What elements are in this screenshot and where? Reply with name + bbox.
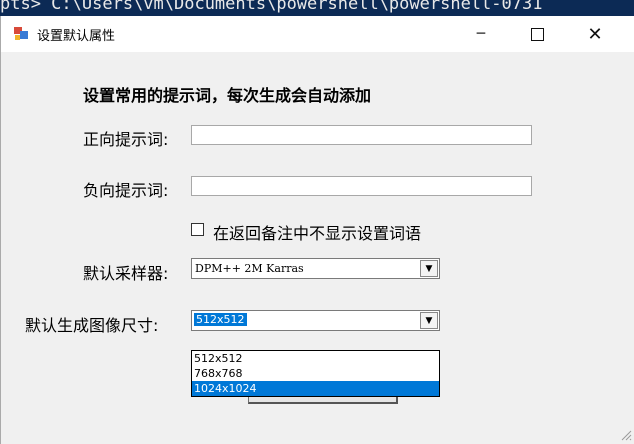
size-option-512[interactable]: 512x512 [192,351,439,366]
hide-settings-checkbox[interactable] [191,223,204,236]
sampler-label: 默认采样器: [83,264,169,283]
chevron-down-icon: ▼ [425,315,433,326]
close-button[interactable]: ✕ [569,16,621,52]
hide-settings-checkbox-label[interactable]: 在返回备注中不显示设置词语 [213,220,421,244]
negative-prompt-label: 负向提示词: [83,181,169,200]
negative-prompt-input[interactable] [191,176,532,196]
image-size-select[interactable]: 512x512 ▼ [191,310,440,331]
image-size-label: 默认生成图像尺寸: [25,316,159,335]
form-heading: 设置常用的提示词，每次生成会自动添加 [83,86,372,105]
size-option-1024[interactable]: 1024x1024 [192,381,439,396]
chevron-down-icon: ▼ [425,263,433,274]
minimize-icon: ─ [476,26,486,42]
image-size-dropdown-button[interactable]: ▼ [420,312,438,329]
app-icon [14,27,28,40]
minimize-button[interactable]: ─ [455,16,507,52]
settings-dialog: 设置默认属性 ─ ✕ 设置常用的提示词，每次生成会自动添加 正向提示词: 负向提… [0,16,634,444]
positive-prompt-label: 正向提示词: [83,130,169,149]
maximize-button[interactable] [511,16,563,52]
positive-prompt-input[interactable] [191,125,532,145]
sampler-selected-value: DPM++ 2M Karras [195,262,304,275]
sampler-dropdown-button[interactable]: ▼ [420,260,438,277]
title-bar[interactable]: 设置默认属性 ─ ✕ [1,16,634,52]
window-title: 设置默认属性 [37,29,116,44]
size-option-768[interactable]: 768x768 [192,366,439,381]
maximize-icon [530,27,544,41]
close-icon: ✕ [587,23,603,45]
sampler-select[interactable]: DPM++ 2M Karras ▼ [191,258,440,279]
image-size-options-list[interactable]: 512x512 768x768 1024x1024 [191,350,440,397]
resize-grip-icon[interactable] [620,429,632,441]
image-size-selected-value: 512x512 [194,313,247,326]
console-background-text: pts> C:\Users\vm\Documents\powershell\po… [0,0,543,14]
